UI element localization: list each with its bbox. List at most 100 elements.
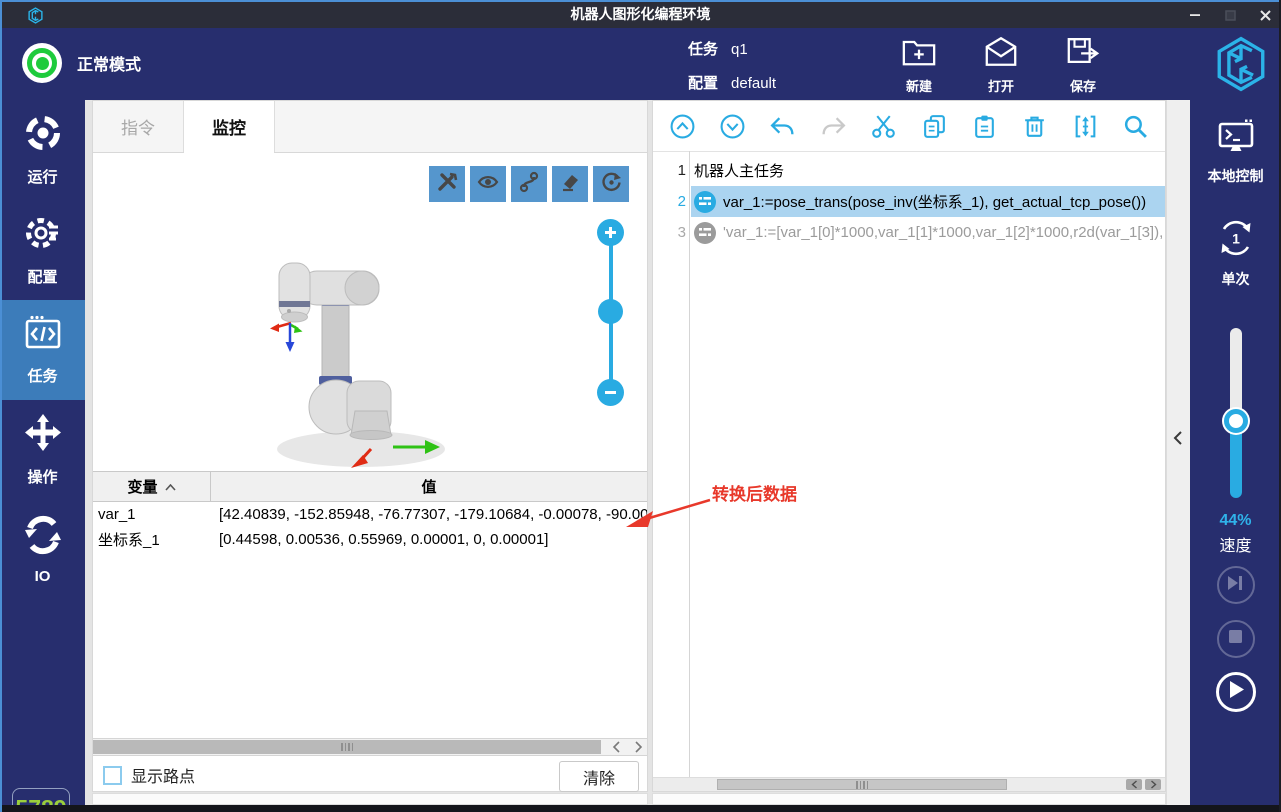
save-icon (1065, 35, 1101, 73)
sidebar-item-io[interactable]: IO (0, 500, 85, 600)
new-folder-icon (901, 35, 937, 73)
search-button[interactable] (1121, 111, 1151, 141)
left-sidebar: 运行 配置 任务 操作 IO 5789 (0, 100, 85, 805)
move-down-button[interactable] (718, 111, 748, 141)
task-label: 任务 (688, 37, 718, 63)
column-header-value: 值 (211, 476, 647, 497)
stop-button[interactable] (1217, 620, 1255, 658)
variable-value: [0.44598, 0.00536, 0.55969, 0.00001, 0, … (211, 531, 647, 548)
code-horizontal-scrollbar[interactable] (653, 777, 1165, 791)
viewer-visibility-button[interactable] (470, 166, 506, 202)
line-number: 3 (653, 224, 691, 241)
robot-3d-viewer[interactable] (93, 153, 647, 471)
speed-slider-knob[interactable] (1224, 409, 1248, 433)
close-button[interactable] (1257, 7, 1273, 23)
local-control-button[interactable]: 本地控制 (1190, 118, 1281, 186)
undo-button[interactable] (768, 111, 798, 141)
rotate-icon (600, 171, 622, 198)
open-task-button[interactable]: 打开 (974, 35, 1028, 95)
sidebar-item-operate[interactable]: 操作 (0, 400, 85, 500)
task-value: q1 (731, 37, 748, 63)
terminal-icon (1216, 118, 1256, 158)
paste-button[interactable] (970, 111, 1000, 141)
tab-command-label: 指令 (121, 114, 155, 139)
status-green-icon (22, 43, 62, 83)
tab-command[interactable]: 指令 (93, 101, 184, 152)
script-badge-icon (694, 222, 716, 244)
code-line-selected[interactable]: 2 var_1:=pose_trans(pose_inv(坐标系_1), get… (653, 186, 1165, 217)
variables-table-header: 变量 值 (93, 472, 647, 502)
column-header-variable[interactable]: 变量 (93, 472, 211, 501)
open-task-label: 打开 (988, 76, 1014, 95)
clear-button[interactable]: 清除 (559, 761, 639, 792)
window-controls (1187, 2, 1273, 28)
speed-slider[interactable] (1230, 328, 1242, 498)
mode-label: 正常模式 (77, 51, 141, 75)
tab-monitor-label: 监控 (212, 114, 246, 139)
brand-cube-logo (1212, 35, 1270, 98)
speed-percent: 44% (1190, 512, 1281, 530)
code-area: 1 机器人主任务 2 var_1:=pose_trans(pose_inv(坐标… (653, 151, 1165, 777)
table-row: 坐标系_1 [0.44598, 0.00536, 0.55969, 0.0000… (93, 527, 647, 552)
delete-button[interactable] (1020, 111, 1050, 141)
table-row: var_1 [42.40839, -152.85948, -76.77307, … (93, 502, 647, 527)
show-waypoints-checkbox[interactable] (103, 766, 122, 785)
eye-icon (477, 171, 499, 198)
svg-text:1: 1 (1232, 231, 1240, 247)
app-window: 机器人图形化编程环境 正常模式 任务 q1 配置 defau (0, 0, 1281, 812)
play-button[interactable] (1216, 672, 1256, 712)
redo-button[interactable] (818, 111, 848, 141)
header-actions: 新建 打开 保存 (892, 35, 1110, 95)
collapse-chevron-icon[interactable] (1172, 430, 1184, 451)
scroll-right-button[interactable] (1145, 779, 1161, 790)
sort-asc-icon (165, 478, 176, 495)
viewer-tools-button[interactable] (429, 166, 465, 202)
move-up-button[interactable] (667, 111, 697, 141)
tab-monitor[interactable]: 监控 (184, 101, 275, 152)
maximize-button[interactable] (1222, 7, 1238, 23)
monitor-footer: 显示路点 清除 (93, 758, 647, 792)
run-icon (23, 113, 63, 157)
scrollbar-thumb[interactable] (93, 740, 601, 754)
code-line[interactable]: 3 'var_1:=[var_1[0]*1000,var_1[1]*1000,v… (653, 217, 1165, 248)
variable-value: [42.40839, -152.85948, -76.77307, -179.1… (211, 506, 647, 523)
single-run-button[interactable]: 1 单次 (1190, 218, 1281, 289)
sidebar-item-run[interactable]: 运行 (0, 100, 85, 200)
scroll-left-button[interactable] (609, 740, 623, 754)
horizontal-scrollbar[interactable] (93, 738, 647, 756)
scroll-right-button[interactable] (631, 740, 645, 754)
sidebar-item-label: IO (35, 568, 51, 585)
save-task-button[interactable]: 保存 (1056, 35, 1110, 95)
sidebar-item-config[interactable]: 配置 (0, 200, 85, 300)
monitor-panel: 指令 监控 (92, 100, 648, 792)
titlebar: 机器人图形化编程环境 (0, 0, 1281, 28)
open-file-icon (983, 35, 1019, 73)
code-toolbar (653, 101, 1165, 152)
copy-button[interactable] (919, 111, 949, 141)
variables-table: 变量 值 var_1 [42.40839, -152.85948, -76.77… (93, 471, 647, 552)
config-value: default (731, 71, 776, 97)
zoom-out-button[interactable] (597, 379, 624, 406)
step-button[interactable] (1217, 566, 1255, 604)
new-task-button[interactable]: 新建 (892, 35, 946, 95)
minimize-button[interactable] (1187, 7, 1203, 23)
code-line[interactable]: 1 机器人主任务 (653, 155, 1165, 186)
variable-name: 坐标系_1 (93, 529, 211, 550)
variable-name: var_1 (93, 506, 211, 523)
lower-panel-strip (652, 793, 1166, 805)
speed-label: 速度 (1190, 532, 1281, 556)
viewer-path-button[interactable] (511, 166, 547, 202)
viewer-eraser-button[interactable] (552, 166, 588, 202)
zoom-slider-knob[interactable] (598, 299, 623, 324)
cut-button[interactable] (869, 111, 899, 141)
swap-lines-button[interactable] (1070, 111, 1100, 141)
sidebar-item-label: 任务 (27, 365, 57, 386)
sidebar-item-task[interactable]: 任务 (0, 300, 85, 400)
scrollbar-thumb[interactable] (717, 779, 1007, 790)
zoom-in-button[interactable] (597, 219, 624, 246)
sidebar-item-label: 配置 (27, 266, 57, 287)
play-icon (1227, 681, 1244, 703)
scroll-left-button[interactable] (1126, 779, 1142, 790)
viewer-rotate-button[interactable] (593, 166, 629, 202)
task-code-panel: 1 机器人主任务 2 var_1:=pose_trans(pose_inv(坐标… (652, 100, 1166, 792)
